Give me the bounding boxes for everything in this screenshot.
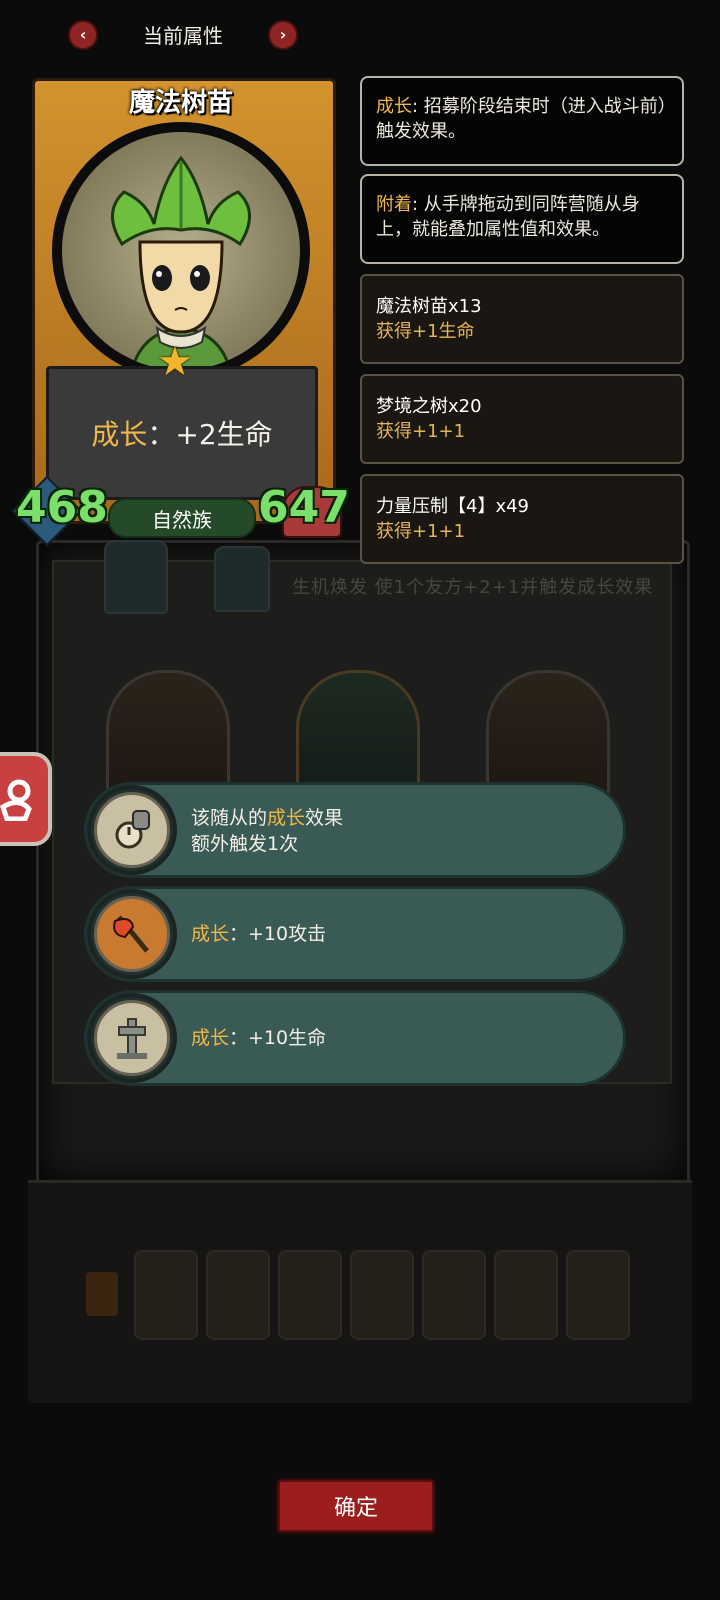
info-growth: 成长: 招募阶段结束时（进入战斗前）触发效果。 [360,76,684,166]
bg-minion-slot-3 [486,670,610,796]
bg-minion-slot-2 [296,670,420,796]
option-effect: ：+10攻击 [229,923,327,945]
ability-keyword: 成长 [91,418,148,451]
option-text: 成长：+10生命 [191,1025,326,1051]
buff-source-item: 梦境之树x20 获得+1+1 [360,374,684,464]
bg-tier-badge [86,1272,118,1316]
chevron-right-icon: › [279,25,287,44]
option-keyword: 成长 [191,1027,230,1049]
info-keyword: 附着 [376,194,412,215]
buff-source-gain: 获得+1+1 [376,421,466,442]
bg-hand-card [134,1250,198,1340]
buff-source-gain: 获得+1生命 [376,321,475,342]
buff-source-item: 魔法树苗x13 获得+1生命 [360,274,684,364]
card-ability: 成长： +2生命 [46,366,318,500]
prev-button[interactable]: ‹ [68,20,98,50]
option-text-suffix: 效果 [305,807,344,829]
gauntlet-stopwatch-icon [94,792,170,868]
next-button[interactable]: › [268,20,298,50]
bg-minion-slot-1 [106,670,230,796]
bg-skill-icon [214,546,270,612]
buff-source-gain: 获得+1+1 [376,521,466,542]
bg-hand-card [206,1250,270,1340]
battle-axe-icon [94,896,170,972]
info-text: : 招募阶段结束时（进入战斗前）触发效果。 [376,96,667,142]
option-icon-frame [87,993,177,1083]
chevron-left-icon: ‹ [79,25,87,44]
info-text: : 从手牌拖动到同阵营随从身上，就能叠加属性值和效果。 [376,194,640,240]
bg-hand-card [422,1250,486,1340]
bg-skill-text: 生机焕发 使1个友方+2+1并触发成长效果 [292,577,654,598]
info-attach: 附着: 从手牌拖动到同阵营随从身上，就能叠加属性值和效果。 [360,174,684,264]
buff-source-name: 梦境之树x20 [376,396,482,417]
page-title: 当前属性 [143,24,223,48]
bg-hand-card [350,1250,414,1340]
confirm-button[interactable]: 确定 [278,1480,434,1532]
option-text: 该随从的成长效果 额外触发1次 [191,805,343,857]
option-effect: ：+10生命 [229,1027,327,1049]
bg-hand-card [278,1250,342,1340]
option-keyword: 成长 [267,807,306,829]
card-name: 魔法树苗 [128,88,233,118]
buff-source-name: 力量压制【4】x49 [376,496,530,517]
tribe-badge: 自然族 [108,498,256,538]
health-value: 647 [258,482,350,533]
bag-icon [0,779,32,821]
option-attack-growth[interactable]: 成长：+10攻击 [84,886,626,982]
buff-source-item: 力量压制【4】x49 获得+1+1 [360,474,684,564]
ability-effect: +2生命 [175,418,273,451]
option-text-line2: 额外触发1次 [191,833,299,855]
buff-source-name: 魔法树苗x13 [376,296,482,317]
attack-value: 468 [16,482,108,533]
bg-hand-card [494,1250,558,1340]
unit-portrait [62,132,300,370]
option-keyword: 成长 [191,923,230,945]
option-text: 成长：+10攻击 [191,921,326,947]
option-text-prefix: 该随从的 [191,807,268,829]
option-health-growth[interactable]: 成长：+10生命 [84,990,626,1086]
side-shop-tab[interactable] [0,752,52,846]
bg-hand-card [566,1250,630,1340]
option-icon-frame [87,889,177,979]
ability-separator: ： [147,418,176,451]
info-keyword: 成长 [376,96,412,117]
star-icon: ★ [157,339,193,385]
bg-hero-portrait [104,540,168,614]
tombstone-cross-icon [94,1000,170,1076]
option-extra-growth[interactable]: 该随从的成长效果 额外触发1次 [84,782,626,878]
unit-card: 魔法树苗 成长： +2生命 ★ 468 647 自然族 [11,76,350,547]
sapling-character-icon [111,155,251,370]
option-icon-frame [87,785,177,875]
